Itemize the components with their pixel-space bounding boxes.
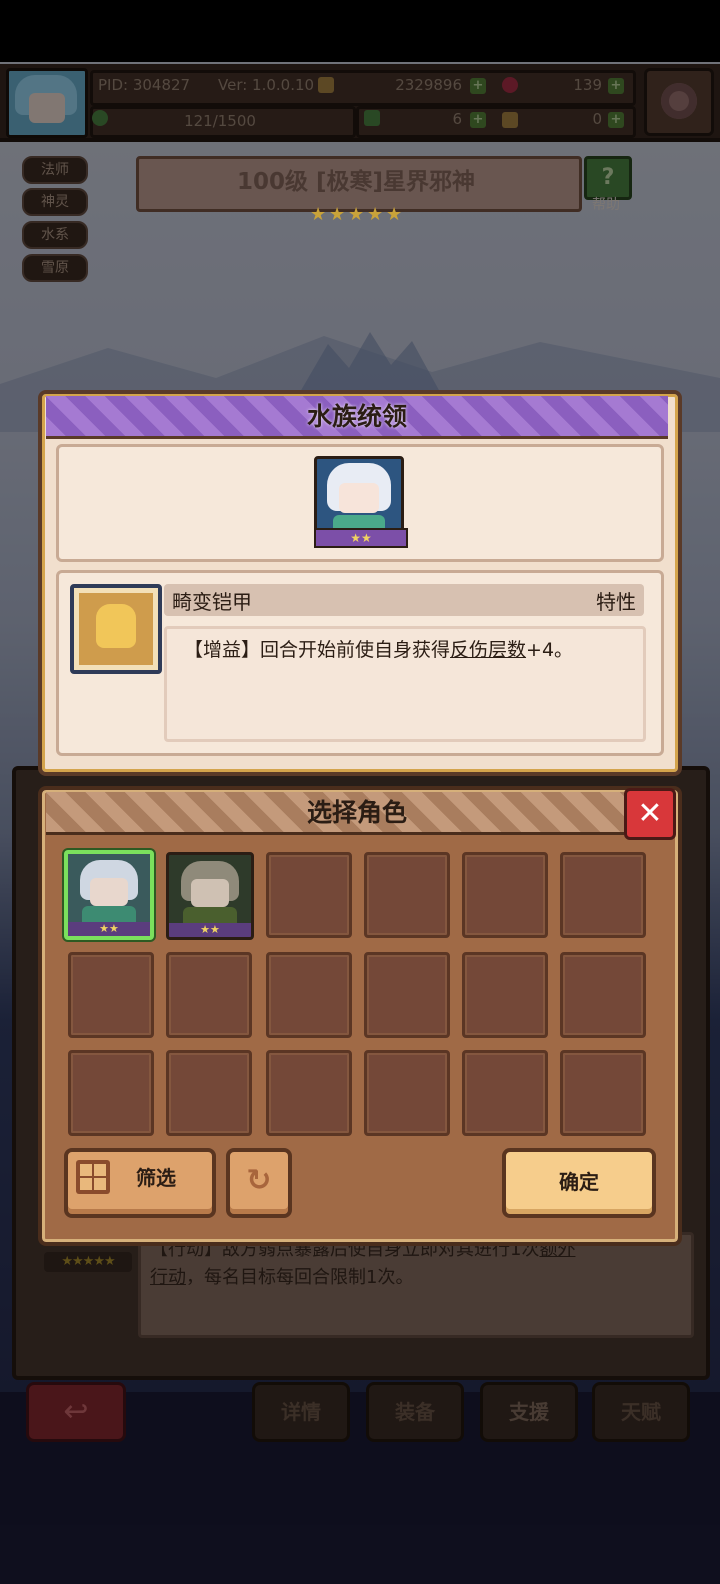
empty-character-slot: [462, 852, 548, 938]
armor-trait-icon: [70, 584, 162, 674]
character-stars: ★★: [68, 922, 150, 936]
trait-description: 【增益】回合开始前使自身获得反伤层数+4。: [184, 639, 574, 661]
empty-character-slot: [266, 1050, 352, 1136]
hero-star-rating: ★★: [314, 528, 408, 548]
boss-star-icon: ★: [386, 204, 403, 225]
empty-character-slot: [560, 952, 646, 1038]
empty-character-slot: [364, 1050, 450, 1136]
empty-character-slot: [462, 1050, 548, 1136]
empty-character-slot: [364, 952, 450, 1038]
boss-star-icon: ★: [329, 204, 346, 225]
character-slot-selected[interactable]: ★★: [64, 850, 154, 940]
trait-keyword-link[interactable]: 反伤层数: [450, 639, 526, 661]
boss-star-icon: ★: [348, 204, 365, 225]
empty-character-slot: [68, 952, 154, 1038]
close-button[interactable]: ✕: [624, 788, 676, 840]
trait-dialog-title: 水族统领: [306, 402, 407, 431]
trait-name: 畸变铠甲: [172, 590, 252, 614]
status-bar: [0, 0, 720, 62]
empty-character-slot: [266, 852, 352, 938]
filter-label: 筛选: [136, 1166, 176, 1190]
refresh-button[interactable]: ↻: [226, 1148, 292, 1218]
empty-character-slot: [166, 952, 252, 1038]
empty-character-slot: [364, 852, 450, 938]
empty-character-slot: [462, 952, 548, 1038]
character-stars: ★★: [169, 923, 251, 937]
character-slot[interactable]: ★★: [166, 852, 254, 940]
empty-character-slot: [560, 852, 646, 938]
grid-filter-icon: [76, 1160, 110, 1194]
select-dialog-title: 选择角色: [306, 798, 407, 827]
boss-star-icon: ★: [367, 204, 384, 225]
trait-type: 特性: [596, 590, 636, 614]
empty-character-slot: [68, 1050, 154, 1136]
empty-character-slot: [266, 952, 352, 1038]
empty-character-slot: [166, 1050, 252, 1136]
empty-character-slot: [560, 1050, 646, 1136]
boss-star-icon: ★: [310, 204, 327, 225]
confirm-button[interactable]: 确定: [502, 1148, 656, 1218]
